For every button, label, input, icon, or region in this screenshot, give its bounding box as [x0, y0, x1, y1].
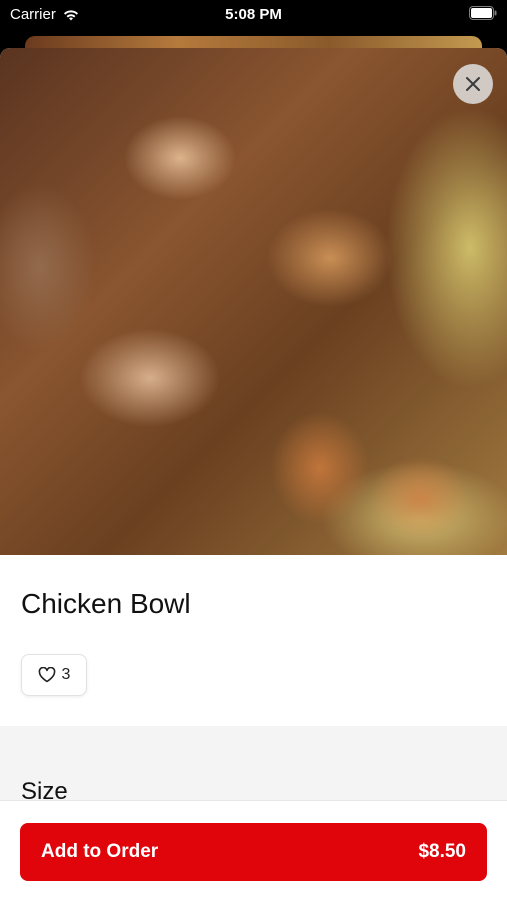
add-to-order-label: Add to Order: [41, 841, 159, 862]
heart-icon: [38, 667, 55, 683]
product-title: Chicken Bowl: [21, 588, 191, 619]
order-price: $8.50: [418, 841, 466, 862]
close-button[interactable]: [453, 64, 493, 104]
status-bar: Carrier 5:08 PM: [0, 0, 507, 30]
battery-icon: [469, 6, 497, 24]
product-detail-sheet: Chicken Bowl 3 Size Add to Order $8.50: [0, 48, 507, 900]
like-button[interactable]: 3: [21, 654, 87, 696]
add-to-order-button[interactable]: Add to Order $8.50: [20, 823, 487, 881]
bottom-bar: Add to Order $8.50: [0, 800, 507, 900]
clock: 5:08 PM: [225, 6, 282, 23]
close-icon: [466, 77, 480, 91]
product-image: [0, 48, 507, 555]
like-count: 3: [61, 666, 71, 683]
